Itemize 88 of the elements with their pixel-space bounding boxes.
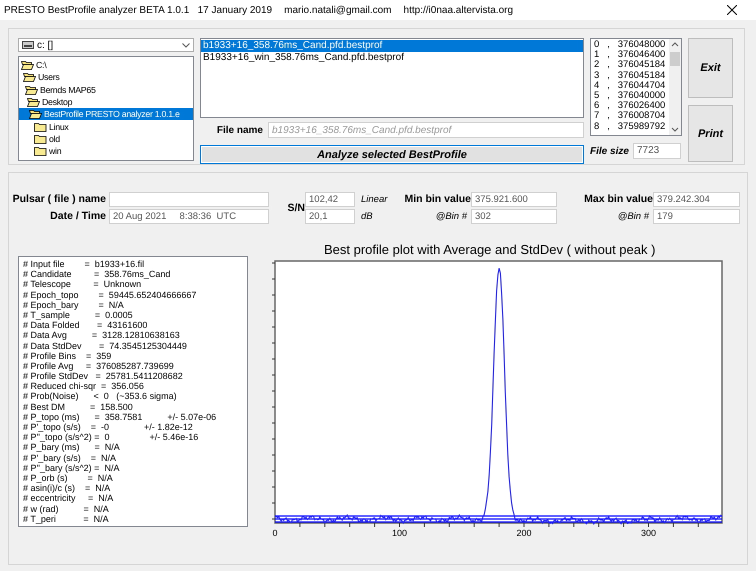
- folder-item[interactable]: Users: [19, 71, 193, 84]
- folder-item[interactable]: Desktop: [19, 96, 193, 108]
- stats-line: # P'_bary (s/s) = N/A: [23, 452, 117, 463]
- folder-item[interactable]: C:\: [19, 59, 193, 72]
- stats-line: # asin(i)/c (s) = N/A: [23, 483, 112, 494]
- file-size-field: 7723: [633, 143, 681, 159]
- drive-dropdown[interactable]: c: []: [18, 38, 194, 52]
- stats-line: # Telescope = Unknown: [23, 279, 142, 290]
- window-title: PRESTO BestProfile analyzer BETA 1.0.1 17 January 2019: [4, 4, 272, 16]
- folder-icon: [34, 146, 47, 156]
- open-folder-icon: [23, 72, 36, 82]
- date-time-label: Date / Time: [49, 210, 107, 222]
- bin-value-item[interactable]: 5 , 376040000: [593, 90, 669, 102]
- snr-label: S/N: [286, 202, 305, 214]
- file-name-field[interactable]: b1933+16_358.76ms_Cand.pfd.bestprof: [268, 122, 584, 138]
- bin-value-item[interactable]: 4 , 376044704: [593, 80, 669, 91]
- snr-db-field: 20,1: [305, 208, 355, 224]
- stats-line: # T_peri = N/A: [23, 514, 110, 524]
- min-bin-label: Min bin value: [403, 193, 471, 205]
- axis-tick-label: 100: [392, 528, 408, 538]
- file-item[interactable]: B1933+16_win_358.76ms_Cand.pfd.bestprof: [201, 52, 583, 64]
- stats-line: # Candidate = 358.76ms_Cand: [23, 269, 172, 280]
- bin-value-item[interactable]: 1 , 376046400: [593, 50, 669, 60]
- stats-line: # Profile Avg = 376085287.739699: [23, 360, 175, 372]
- bin-value-item[interactable]: 3 , 376045184: [593, 70, 669, 81]
- linear-unit-label: Linear: [360, 194, 389, 204]
- db-unit-label: dB: [360, 210, 374, 222]
- min-bin-index-label: @Bin #: [434, 210, 468, 222]
- open-folder-icon: [21, 60, 34, 70]
- date-time-field: 20 Aug 2021 8:38:36 UTC: [109, 208, 269, 224]
- bin-value-item[interactable]: 6 , 376026400: [593, 101, 669, 112]
- file-size-label: File size: [590, 146, 628, 156]
- folder-item[interactable]: Linux: [19, 120, 193, 133]
- stats-line: # Prob(Noise) < 0 (~353.6 sigma): [23, 391, 178, 402]
- bin-value-item[interactable]: 8 , 375989792: [593, 122, 669, 132]
- axis-tick-label: 0: [272, 528, 278, 538]
- stats-line: # Best DM = 158.500: [23, 402, 134, 412]
- bin-value-item[interactable]: 2 , 376045184: [593, 60, 669, 71]
- snr-linear-field: 102,42: [305, 192, 355, 206]
- stats-line: # T_sample = 0.0005: [23, 310, 134, 320]
- folder-item[interactable]: BestProfile PRESTO analyzer 1.0.1.e: [19, 108, 193, 120]
- folder-icon: [34, 134, 47, 144]
- file-name-label: File name: [216, 124, 263, 136]
- max-bin-label: Max bin value: [583, 193, 653, 205]
- stats-line: # w (rad) = N/A: [23, 504, 110, 514]
- axis-tick-label: 200: [516, 528, 532, 538]
- min-bin-field: 375.921.600: [471, 192, 557, 206]
- stats-line: # P'_topo (s/s) = -0 +/- 1.82e-12: [23, 422, 194, 432]
- stats-line: # Profile Bins = 359: [23, 350, 112, 361]
- max-bin-index-label: @Bin #: [616, 210, 650, 222]
- drive-icon: [22, 41, 34, 49]
- min-bin-index-field: 302: [471, 208, 557, 224]
- analyze-button[interactable]: Analyze selected BestProfile: [200, 145, 584, 164]
- stats-line: # Input file = b1933+16.fil: [23, 259, 146, 270]
- axis-tick-label: 300: [640, 528, 656, 538]
- stats-line: # P''_topo (s/s^2) = 0 +/- 5.46e-16: [23, 432, 200, 442]
- stats-line: # P_topo (ms) = 358.7581 +/- 5.07e-06: [23, 412, 218, 422]
- max-bin-index-field: 179: [653, 208, 740, 224]
- open-folder-icon: [25, 84, 38, 95]
- caret-icon: [182, 42, 190, 48]
- stats-line: # P''_bary (s/s^2) = N/A: [23, 462, 120, 473]
- stats-line: # Epoch_topo = 59445.652404666667: [23, 290, 198, 300]
- file-item[interactable]: b1933+16_358.76ms_Cand.pfd.bestprof: [201, 40, 583, 52]
- folder-item[interactable]: Bernds MAP65: [19, 84, 193, 96]
- bin-value-item[interactable]: 7 , 376008704: [593, 111, 669, 122]
- stats-line: # Data StdDev = 74.3545125304449: [23, 340, 188, 351]
- close-icon[interactable]: [727, 5, 737, 15]
- folder-item[interactable]: old: [19, 132, 193, 146]
- pulsar-name-label: Pulsar ( file ) name: [12, 193, 107, 205]
- scrollbar[interactable]: [669, 39, 681, 135]
- print-button[interactable]: Print: [688, 105, 733, 162]
- stats-line: # P_orb (s) = N/A: [23, 472, 114, 484]
- max-bin-field: 379.242.304: [653, 192, 740, 206]
- bin-value-item[interactable]: 0 , 376048000: [593, 40, 669, 50]
- open-folder-icon: [27, 97, 40, 108]
- website-url: http://i0naa.altervista.org: [404, 4, 514, 16]
- stats-line: # Reduced chi-sqr = 356.056: [23, 381, 145, 392]
- folder-item[interactable]: win: [19, 145, 193, 158]
- open-folder-icon: [29, 109, 42, 120]
- stats-line: # Profile StdDev = 25781.5411208682: [23, 371, 184, 382]
- plot-title: Best profile plot with Average and StdDev ( without peak ): [324, 242, 656, 257]
- author-email: mario.natali@gmail.com: [284, 4, 392, 16]
- exit-button[interactable]: Exit: [688, 38, 733, 98]
- stats-line: # Data Avg = 3128.12810638163: [23, 330, 181, 340]
- stats-line: # P_bary (ms) = N/A: [23, 442, 121, 453]
- stats-line: # Data Folded = 43161600: [23, 320, 148, 330]
- stats-line: # Epoch_bary = N/A: [23, 300, 125, 310]
- stats-line: # eccentricity = N/A: [23, 493, 114, 504]
